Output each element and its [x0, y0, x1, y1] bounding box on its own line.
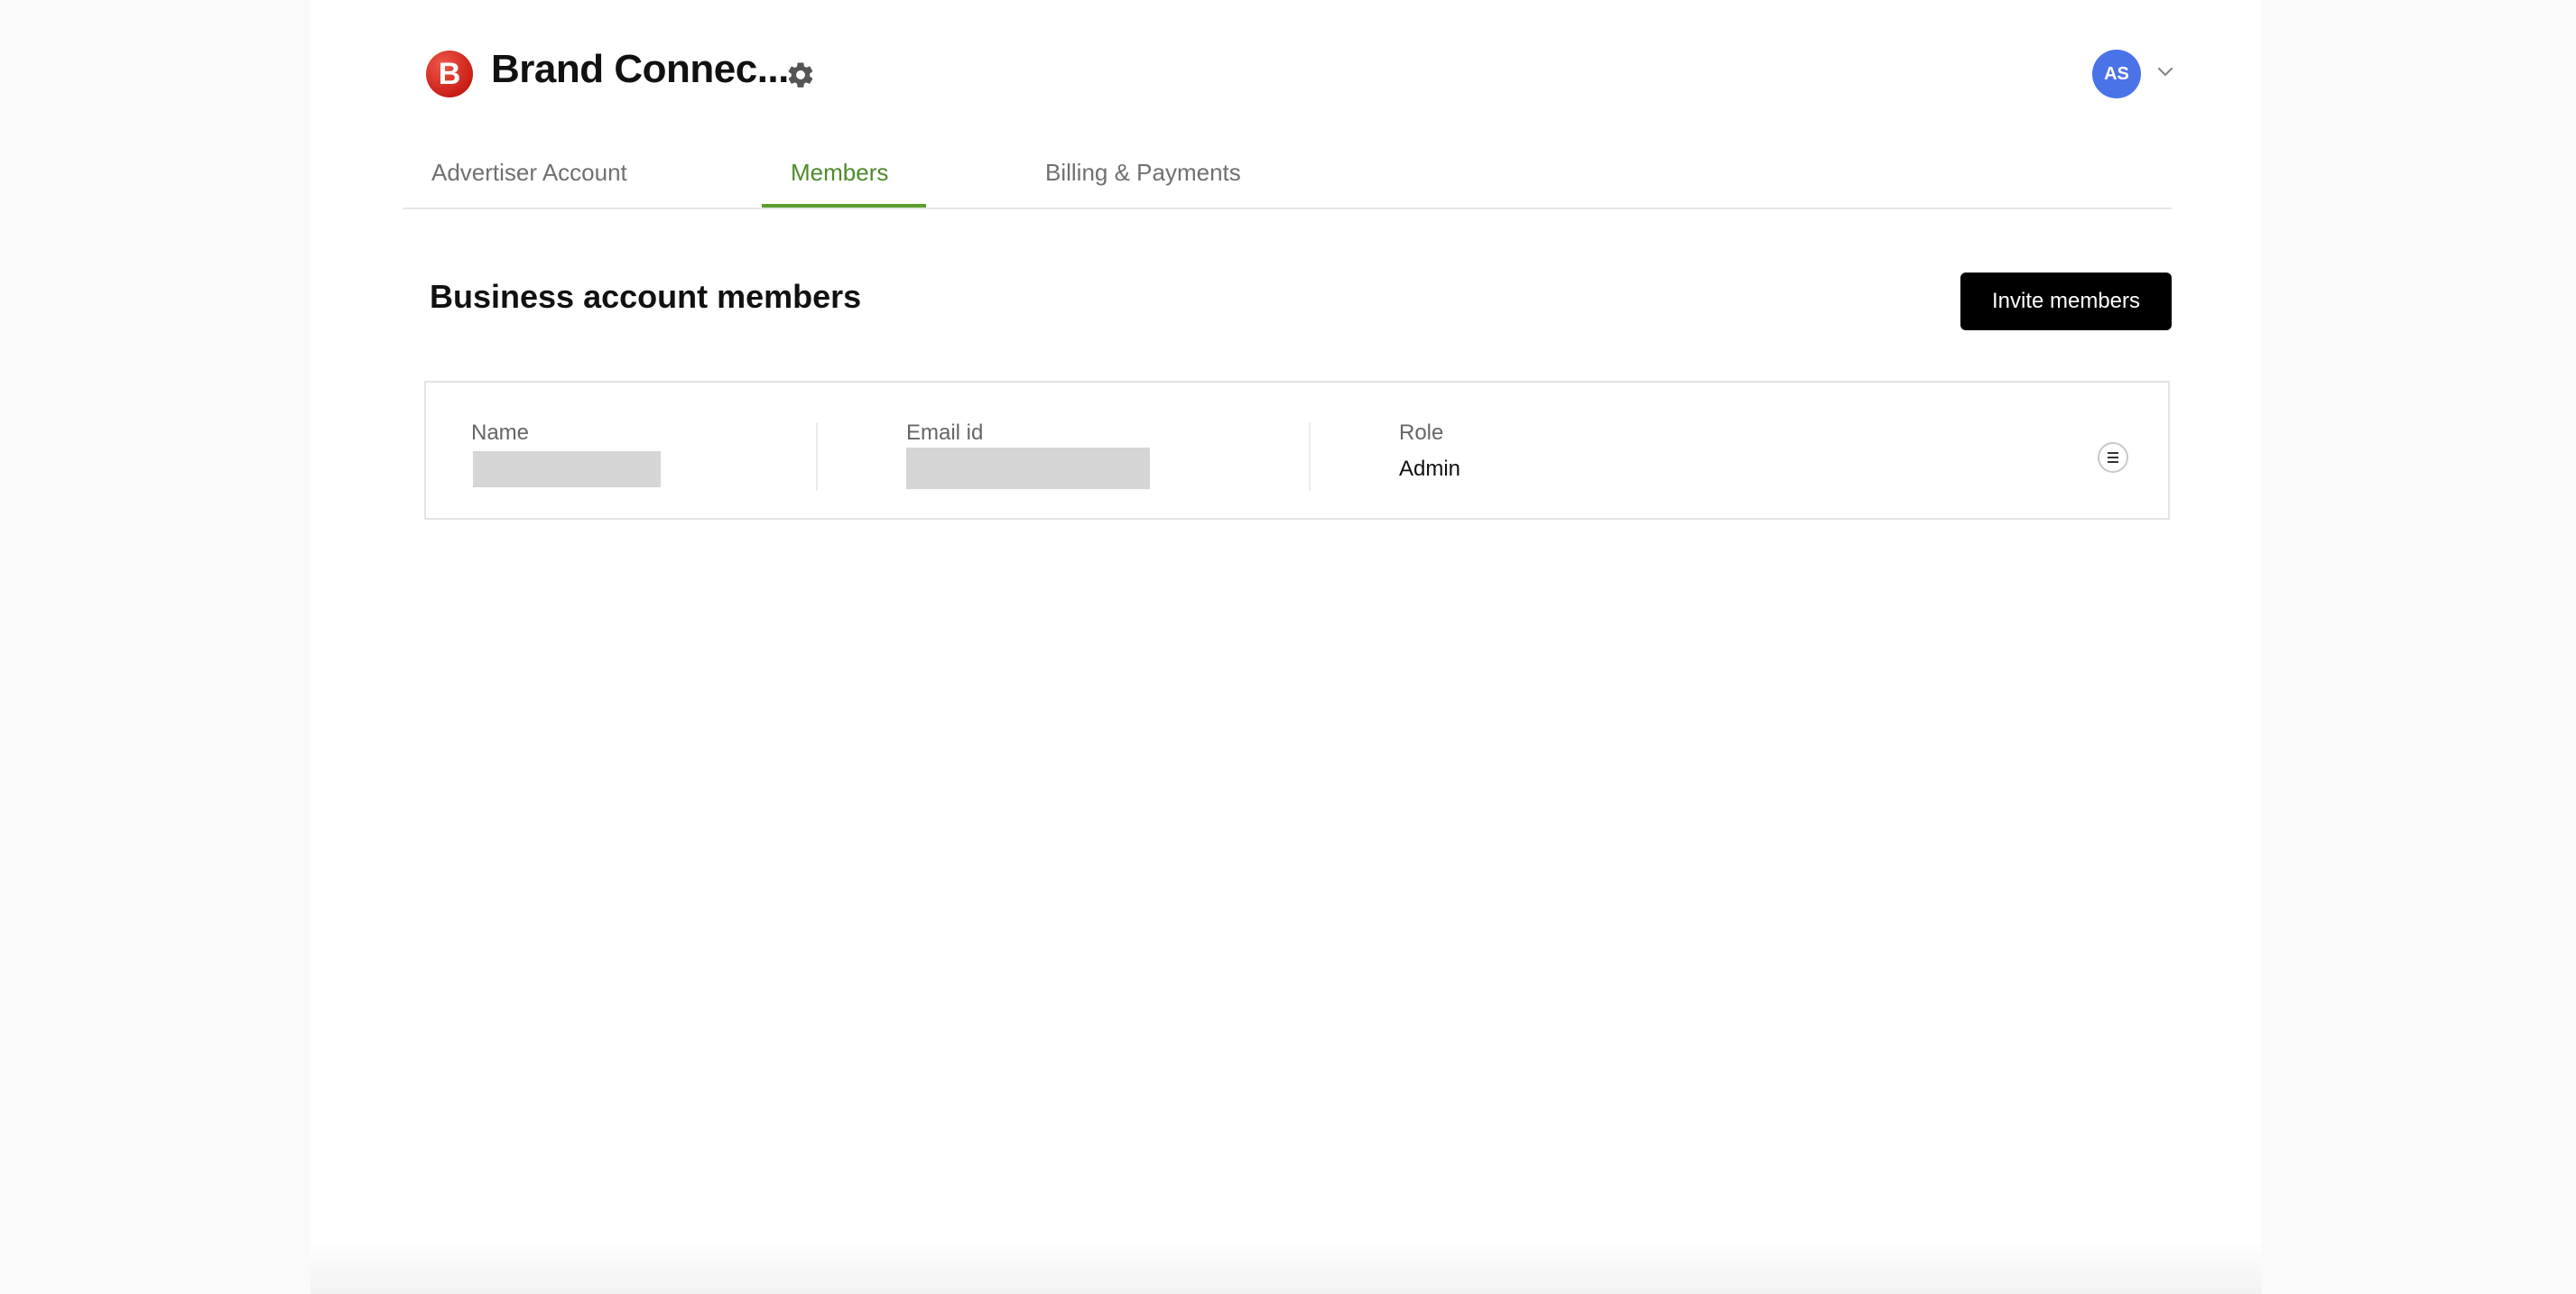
active-tab-indicator: [762, 204, 926, 208]
tab-advertiser-account[interactable]: Advertiser Account: [431, 159, 627, 187]
email-value-redacted: [906, 448, 1150, 489]
account-tabs: Advertiser Account Members Billing & Pay…: [403, 144, 2172, 209]
chevron-down-icon[interactable]: [2155, 65, 2175, 79]
name-value-redacted: [473, 451, 661, 487]
gear-icon[interactable]: [785, 60, 816, 90]
tab-members[interactable]: Members: [791, 159, 888, 187]
row-actions-button[interactable]: [2098, 442, 2128, 473]
user-avatar[interactable]: AS: [2092, 50, 2141, 98]
menu-icon: [2108, 452, 2118, 463]
role-value: Admin: [1399, 457, 1461, 481]
column-header-name: Name: [471, 421, 530, 445]
brand-logo: B: [426, 51, 473, 97]
invite-members-button[interactable]: Invite members: [1960, 273, 2172, 330]
column-header-email: Email id: [906, 421, 984, 445]
column-divider: [816, 422, 818, 491]
column-divider: [1309, 422, 1311, 491]
section-title: Business account members: [430, 278, 862, 315]
column-header-role: Role: [1399, 421, 1444, 445]
table-row: Name Email id Role Admin: [424, 381, 2170, 520]
tab-billing-payments[interactable]: Billing & Payments: [1045, 159, 1241, 187]
brand-title: Brand Connec...: [491, 47, 789, 91]
bottom-shadow: [310, 1240, 2262, 1294]
